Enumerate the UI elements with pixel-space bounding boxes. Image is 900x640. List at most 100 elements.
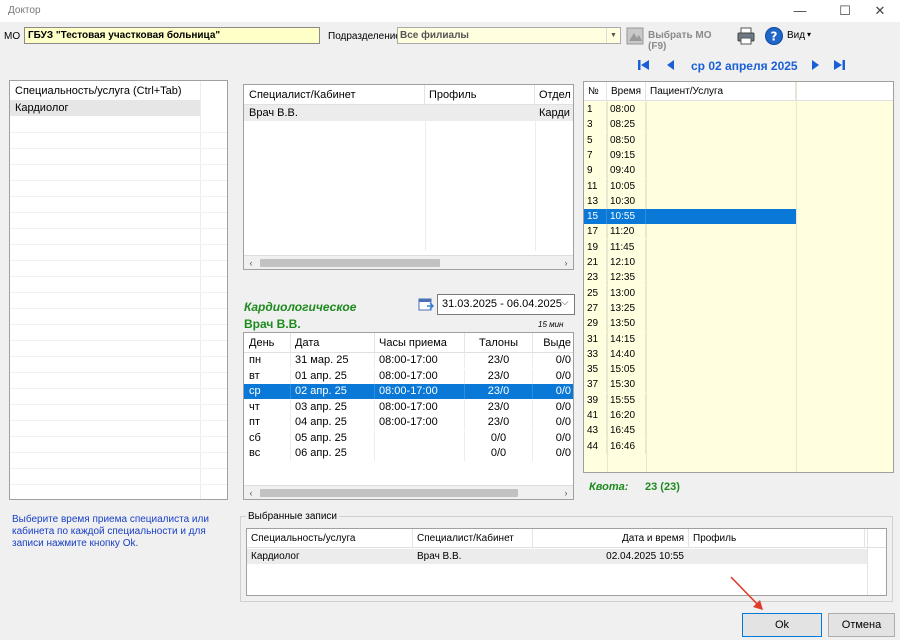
slot-row[interactable]: 43 16:45 bbox=[584, 423, 893, 439]
slot-time: 13:00 bbox=[607, 285, 646, 301]
slot-row[interactable]: 21 12:10 bbox=[584, 255, 893, 270]
table-row[interactable]: вс 06 апр. 25 0/0 0/0 bbox=[244, 446, 573, 461]
grid-line bbox=[10, 324, 227, 325]
help-button[interactable]: ? bbox=[764, 26, 784, 46]
calendar-button[interactable] bbox=[418, 296, 435, 312]
slot-row[interactable]: 13 10:30 bbox=[584, 193, 893, 209]
cancel-button[interactable]: Отмена bbox=[828, 613, 895, 637]
quota-label: Квота: bbox=[589, 481, 629, 493]
grid-line bbox=[10, 484, 227, 485]
grid-line bbox=[10, 276, 227, 277]
slot-row[interactable]: 31 14:15 bbox=[584, 331, 893, 347]
table-row[interactable]: пт 04 апр. 25 08:00-17:00 23/0 0/0 bbox=[244, 415, 573, 430]
table-row[interactable]: пн 31 мар. 25 08:00-17:00 23/0 0/0 bbox=[244, 353, 573, 368]
column-divider bbox=[867, 529, 868, 595]
table-row[interactable]: Кардиолог Врач В.В. 02.04.2025 10:55 bbox=[247, 549, 867, 564]
col-number[interactable]: № bbox=[584, 82, 607, 101]
current-date[interactable]: ср 02 апреля 2025 bbox=[691, 59, 798, 73]
col-time[interactable]: Время bbox=[607, 82, 646, 101]
record-datetime: 02.04.2025 10:55 bbox=[533, 549, 689, 564]
grid-line bbox=[10, 452, 227, 453]
specialty-header: Специальность/услуга (Ctrl+Tab) bbox=[10, 81, 227, 100]
slot-number: 3 bbox=[584, 117, 607, 133]
maximize-button[interactable]: ☐ bbox=[831, 2, 859, 20]
map-icon bbox=[626, 27, 644, 45]
slot-row[interactable]: 5 08:50 bbox=[584, 132, 893, 148]
slot-row[interactable]: 35 15:05 bbox=[584, 362, 893, 378]
col-extra[interactable]: Выде bbox=[533, 333, 573, 353]
scroll-left-icon[interactable]: ‹ bbox=[244, 486, 258, 499]
slot-time: 14:15 bbox=[607, 331, 646, 347]
schedule-day: пт bbox=[245, 415, 291, 430]
slot-row[interactable]: 29 13:50 bbox=[584, 316, 893, 332]
minimize-button[interactable]: — bbox=[786, 2, 814, 20]
scroll-right-icon[interactable]: › bbox=[559, 486, 573, 499]
close-button[interactable]: ✕ bbox=[866, 2, 894, 20]
next-date-button[interactable] bbox=[810, 58, 822, 72]
print-button[interactable] bbox=[736, 26, 756, 46]
choose-mo-label: Выбрать МО (F9) bbox=[648, 30, 712, 52]
col-date[interactable]: Дата bbox=[291, 333, 375, 353]
horizontal-scrollbar[interactable]: ‹ › bbox=[244, 255, 573, 269]
col-specialty[interactable]: Специальность/услуга bbox=[247, 529, 413, 548]
slot-row[interactable]: 37 15:30 bbox=[584, 377, 893, 393]
slot-number: 41 bbox=[584, 408, 607, 423]
table-row[interactable]: сб 05 апр. 25 0/0 0/0 bbox=[244, 430, 573, 446]
col-tickets[interactable]: Талоны bbox=[465, 333, 533, 353]
prev-date-button[interactable] bbox=[664, 58, 676, 72]
slot-row[interactable]: 17 11:20 bbox=[584, 224, 893, 240]
slot-time: 16:46 bbox=[607, 438, 646, 454]
col-hours[interactable]: Часы приема bbox=[375, 333, 465, 353]
subdivision-select[interactable]: Все филиалы ▼ bbox=[397, 27, 621, 44]
slot-time: 14:40 bbox=[607, 346, 646, 362]
ok-button[interactable]: Ok bbox=[742, 613, 822, 637]
slot-row[interactable]: 9 09:40 bbox=[584, 163, 893, 179]
grid-line bbox=[10, 148, 227, 149]
col-profile[interactable]: Профиль bbox=[689, 529, 865, 548]
slot-row[interactable]: 41 16:20 bbox=[584, 408, 893, 423]
mo-field[interactable]: ГБУЗ "Тестовая участковая больница" bbox=[24, 27, 320, 44]
scroll-thumb[interactable] bbox=[260, 259, 440, 267]
schedule-tickets: 23/0 bbox=[465, 384, 533, 399]
scroll-right-icon[interactable]: › bbox=[559, 256, 573, 269]
week-range-select[interactable]: 31.03.2025 - 06.04.2025 ⌵ bbox=[437, 294, 575, 315]
slot-row[interactable]: 3 08:25 bbox=[584, 117, 893, 133]
slot-number: 9 bbox=[584, 163, 607, 179]
slot-row[interactable]: 23 12:35 bbox=[584, 270, 893, 286]
schedule-extra: 0/0 bbox=[555, 447, 571, 459]
slot-row[interactable]: 44 16:46 bbox=[584, 438, 893, 454]
grid-line bbox=[10, 260, 227, 261]
slot-row[interactable]: 39 15:55 bbox=[584, 392, 893, 408]
col-day[interactable]: День bbox=[245, 333, 291, 353]
slot-row[interactable]: 27 13:25 bbox=[584, 300, 893, 316]
col-patient[interactable]: Пациент/Услуга bbox=[646, 82, 796, 101]
table-row[interactable]: ср 02 апр. 25 08:00-17:00 23/0 0/0 bbox=[244, 384, 573, 399]
slot-row[interactable]: 25 13:00 bbox=[584, 285, 893, 301]
list-item[interactable]: Кардиолог bbox=[10, 100, 200, 116]
col-specialist[interactable]: Специалист/Кабинет bbox=[245, 85, 425, 105]
view-menu[interactable]: Вид ▾ bbox=[787, 29, 819, 45]
slot-row[interactable]: 1 08:00 bbox=[584, 102, 893, 117]
scroll-left-icon[interactable]: ‹ bbox=[244, 256, 258, 269]
slot-row[interactable]: 33 14:40 bbox=[584, 346, 893, 362]
slot-row[interactable]: 19 11:45 bbox=[584, 239, 893, 255]
first-date-button[interactable] bbox=[637, 58, 651, 72]
schedule-hours: 08:00-17:00 bbox=[375, 399, 465, 415]
last-date-button[interactable] bbox=[832, 58, 846, 72]
slot-row[interactable]: 11 10:05 bbox=[584, 178, 893, 194]
horizontal-scrollbar[interactable]: ‹ › bbox=[244, 485, 573, 499]
table-row[interactable]: Врач В.В. Карди bbox=[244, 105, 573, 121]
slot-row[interactable]: 15 10:55 bbox=[584, 209, 796, 225]
column-divider bbox=[200, 81, 201, 499]
choose-mo-button[interactable]: Выбрать МО (F9) bbox=[626, 26, 730, 52]
col-department[interactable]: Отдел bbox=[535, 85, 573, 105]
table-row[interactable]: чт 03 апр. 25 08:00-17:00 23/0 0/0 bbox=[244, 399, 573, 415]
schedule-tickets: 0/0 bbox=[465, 446, 533, 461]
table-row[interactable]: вт 01 апр. 25 08:00-17:00 23/0 0/0 bbox=[244, 368, 573, 384]
col-specialist[interactable]: Специалист/Кабинет bbox=[413, 529, 533, 548]
slot-row[interactable]: 7 09:15 bbox=[584, 147, 893, 163]
scroll-thumb[interactable] bbox=[260, 489, 518, 497]
col-profile[interactable]: Профиль bbox=[425, 85, 535, 105]
grid-line bbox=[10, 468, 227, 469]
col-datetime[interactable]: Дата и время bbox=[533, 529, 689, 548]
